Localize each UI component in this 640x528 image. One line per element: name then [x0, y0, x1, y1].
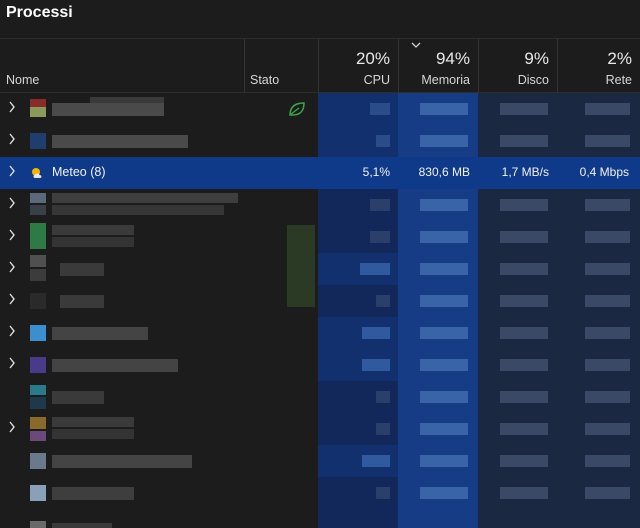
chevron-right-icon[interactable]: [6, 261, 18, 277]
cpu-value: 5,1%: [362, 165, 390, 179]
process-name: Meteo (8): [52, 165, 106, 179]
app-icon: [30, 293, 46, 309]
process-row[interactable]: [0, 189, 640, 221]
chevron-right-icon[interactable]: [6, 197, 18, 213]
process-row[interactable]: [0, 413, 640, 445]
process-row-meteo[interactable]: Meteo (8) 5,1% 830,6 MB 1,7 MB/s 0,4 Mbp…: [0, 157, 640, 189]
chevron-right-icon[interactable]: [6, 101, 18, 117]
chevron-right-icon[interactable]: [6, 165, 18, 181]
chevron-right-icon[interactable]: [6, 325, 18, 341]
status-column-header[interactable]: Stato: [244, 39, 318, 93]
network-column-header[interactable]: 2% Rete: [557, 39, 640, 93]
cpu-column-header[interactable]: 20% CPU: [318, 39, 398, 93]
process-row[interactable]: [0, 125, 640, 157]
process-row[interactable]: [0, 317, 640, 349]
chevron-right-icon[interactable]: [6, 293, 18, 309]
memory-value: 830,6 MB: [418, 165, 470, 179]
page-title: Processi: [6, 4, 73, 21]
process-row[interactable]: [0, 381, 640, 413]
app-icon: [30, 357, 46, 373]
process-list: Meteo (8) 5,1% 830,6 MB 1,7 MB/s 0,4 Mbp…: [0, 93, 640, 528]
app-icon: [30, 325, 46, 341]
app-icon: [30, 99, 46, 107]
disk-column-header[interactable]: 9% Disco: [478, 39, 557, 93]
network-value: 0,4 Mbps: [579, 165, 629, 179]
app-icon: [30, 521, 46, 528]
process-row[interactable]: [0, 477, 640, 509]
memory-column-header[interactable]: 94% Memoria: [398, 39, 478, 93]
process-row[interactable]: [0, 445, 640, 477]
chevron-down-icon: [411, 41, 421, 52]
app-icon: [30, 133, 46, 149]
app-icon: [30, 397, 46, 409]
app-icon: [30, 223, 46, 249]
app-icon: [30, 269, 46, 281]
process-row[interactable]: [0, 349, 640, 381]
app-icon: [30, 193, 46, 203]
process-row[interactable]: [0, 253, 640, 285]
app-icon: [30, 255, 46, 267]
task-manager-processes: Processi Nome Stato 20% CPU 94% Memoria …: [0, 0, 640, 528]
efficiency-mode-leaf-icon: [287, 100, 307, 118]
process-row[interactable]: [0, 221, 640, 253]
app-icon: [30, 205, 46, 215]
weather-icon: [30, 165, 46, 181]
name-column-header[interactable]: Nome: [0, 39, 244, 93]
app-icon: [30, 385, 46, 395]
disk-value: 1,7 MB/s: [501, 165, 549, 179]
app-icon: [30, 453, 46, 469]
chevron-right-icon[interactable]: [6, 357, 18, 373]
app-icon: [30, 485, 46, 501]
process-row[interactable]: [0, 509, 640, 528]
app-icon: [30, 417, 46, 429]
column-header: Nome Stato 20% CPU 94% Memoria 9% Disco …: [0, 38, 640, 93]
chevron-right-icon[interactable]: [6, 421, 18, 437]
process-row[interactable]: [0, 93, 640, 125]
process-row[interactable]: [0, 285, 640, 317]
app-icon: [30, 107, 46, 117]
app-icon: [30, 431, 46, 441]
chevron-right-icon[interactable]: [6, 229, 18, 245]
chevron-right-icon[interactable]: [6, 133, 18, 149]
